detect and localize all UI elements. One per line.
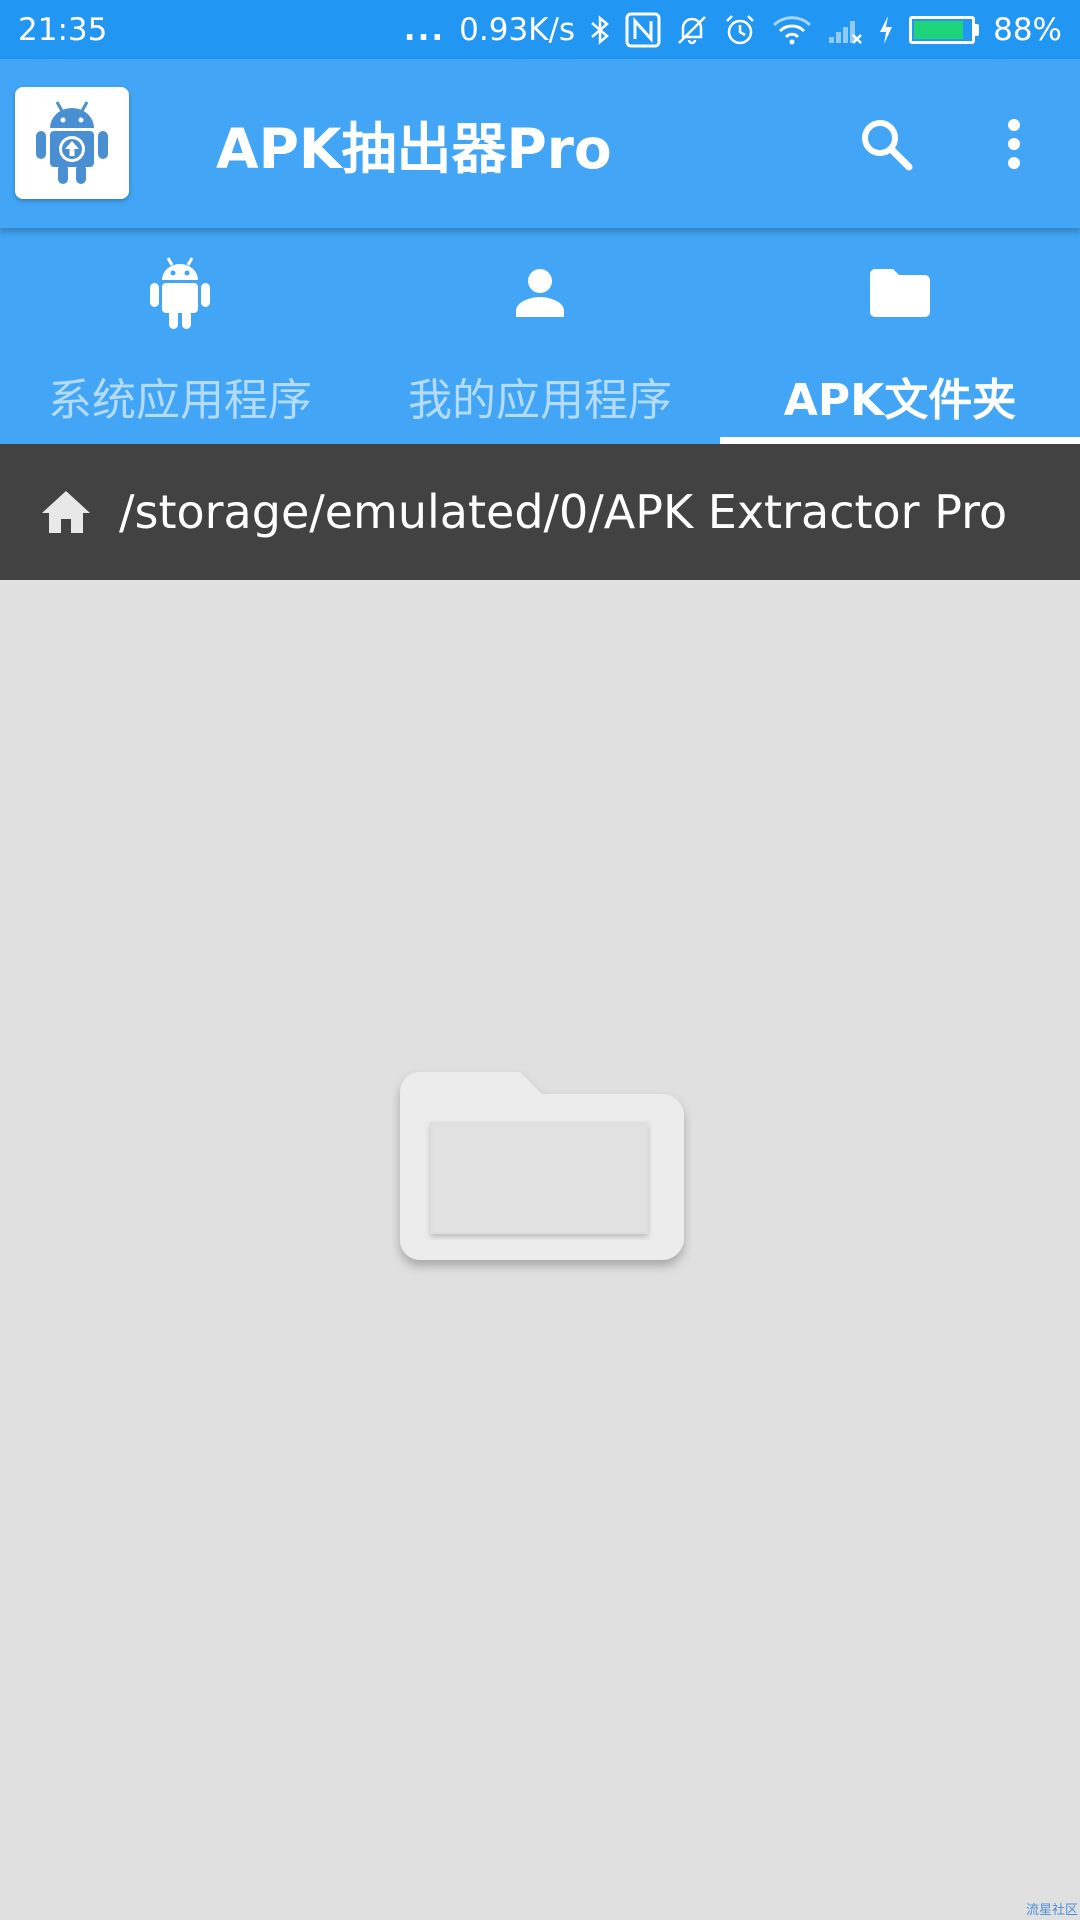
bell-off-icon (675, 13, 709, 47)
tab-label: 我的应用程序 (408, 375, 672, 426)
path-bar: /storage/emulated/0/APK Extractor Pro (0, 444, 1080, 580)
charging-icon (877, 14, 895, 46)
battery-fill (914, 20, 964, 39)
file-list-area: 流星社区 (0, 580, 1080, 1920)
status-icons: ... 0.93K/s 88% (404, 12, 1062, 48)
android-upload-icon[interactable] (15, 87, 129, 199)
tab-bar: 系统应用程序 我的应用程序 APK文件夹 (0, 228, 1080, 444)
status-dots: ... (403, 11, 446, 48)
tab-indicator (720, 437, 1080, 444)
status-bar: 21:35 ... 0.93K/s 88% (0, 0, 1080, 59)
person-icon (514, 252, 566, 334)
tab-my-apps[interactable]: 我的应用程序 (360, 228, 720, 444)
cell-signal-icon (827, 15, 863, 45)
android-icon (148, 252, 212, 334)
search-icon (862, 120, 913, 171)
current-path: /storage/emulated/0/APK Extractor Pro (119, 485, 1008, 539)
wifi-icon (771, 14, 813, 46)
more-vert-icon (1008, 119, 1020, 169)
home-button[interactable] (33, 479, 99, 545)
status-time: 21:35 (18, 11, 108, 48)
bluetooth-icon (589, 14, 611, 46)
battery-text: 88% (993, 11, 1062, 48)
search-button[interactable] (846, 104, 926, 184)
tab-label: 系统应用程序 (48, 375, 312, 426)
alarm-icon (723, 13, 757, 47)
tab-system-apps[interactable]: 系统应用程序 (0, 228, 360, 444)
more-options-button[interactable] (974, 104, 1054, 184)
screen: 21:35 ... 0.93K/s 88% APK抽出器Pro 系统应用程序 我… (0, 0, 1080, 1920)
app-title: APK抽出器Pro (216, 116, 612, 181)
watermark: 流星社区 (1025, 1903, 1078, 1918)
tab-apk-folder[interactable]: APK文件夹 (720, 228, 1080, 444)
home-icon (42, 491, 90, 533)
battery-icon (909, 15, 980, 44)
empty-folder-icon (392, 1060, 692, 1290)
app-bar: APK抽出器Pro (0, 59, 1080, 228)
tab-label: APK文件夹 (783, 375, 1017, 426)
folder-icon (869, 252, 931, 334)
net-speed: 0.93K/s (459, 11, 576, 48)
nfc-icon (625, 12, 661, 48)
